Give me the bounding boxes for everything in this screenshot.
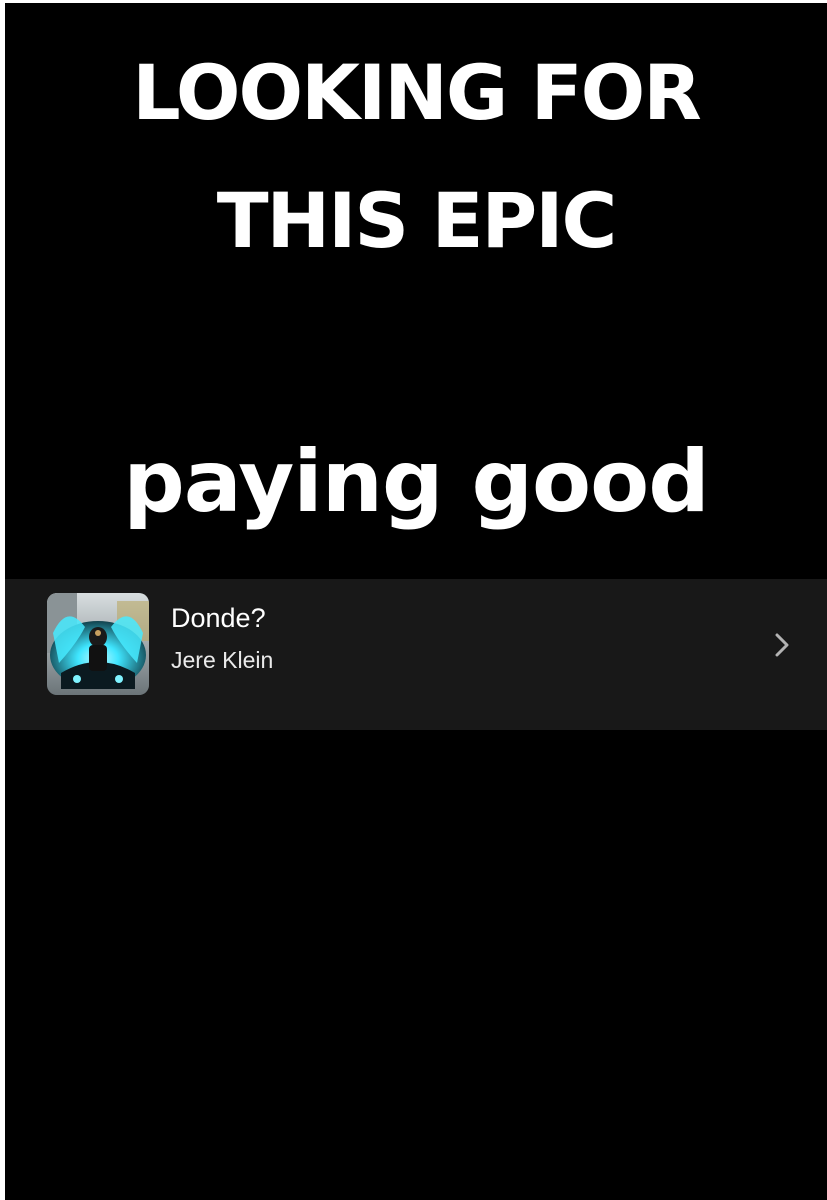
headline-line-1: LOOKING FOR (132, 48, 702, 137)
track-title: Donde? (171, 603, 266, 633)
post-canvas: LOOKING FOR THIS EPIC paying good Donde?… (5, 3, 827, 1200)
track-artist: Jere Klein (171, 647, 274, 673)
album-cover-image (47, 593, 149, 695)
chevron-right-icon[interactable] (771, 631, 793, 659)
subline-text: paying good (123, 432, 710, 532)
headline-line-2: THIS EPIC (216, 176, 618, 265)
track-list-item[interactable]: Donde? Jere Klein (5, 579, 827, 730)
